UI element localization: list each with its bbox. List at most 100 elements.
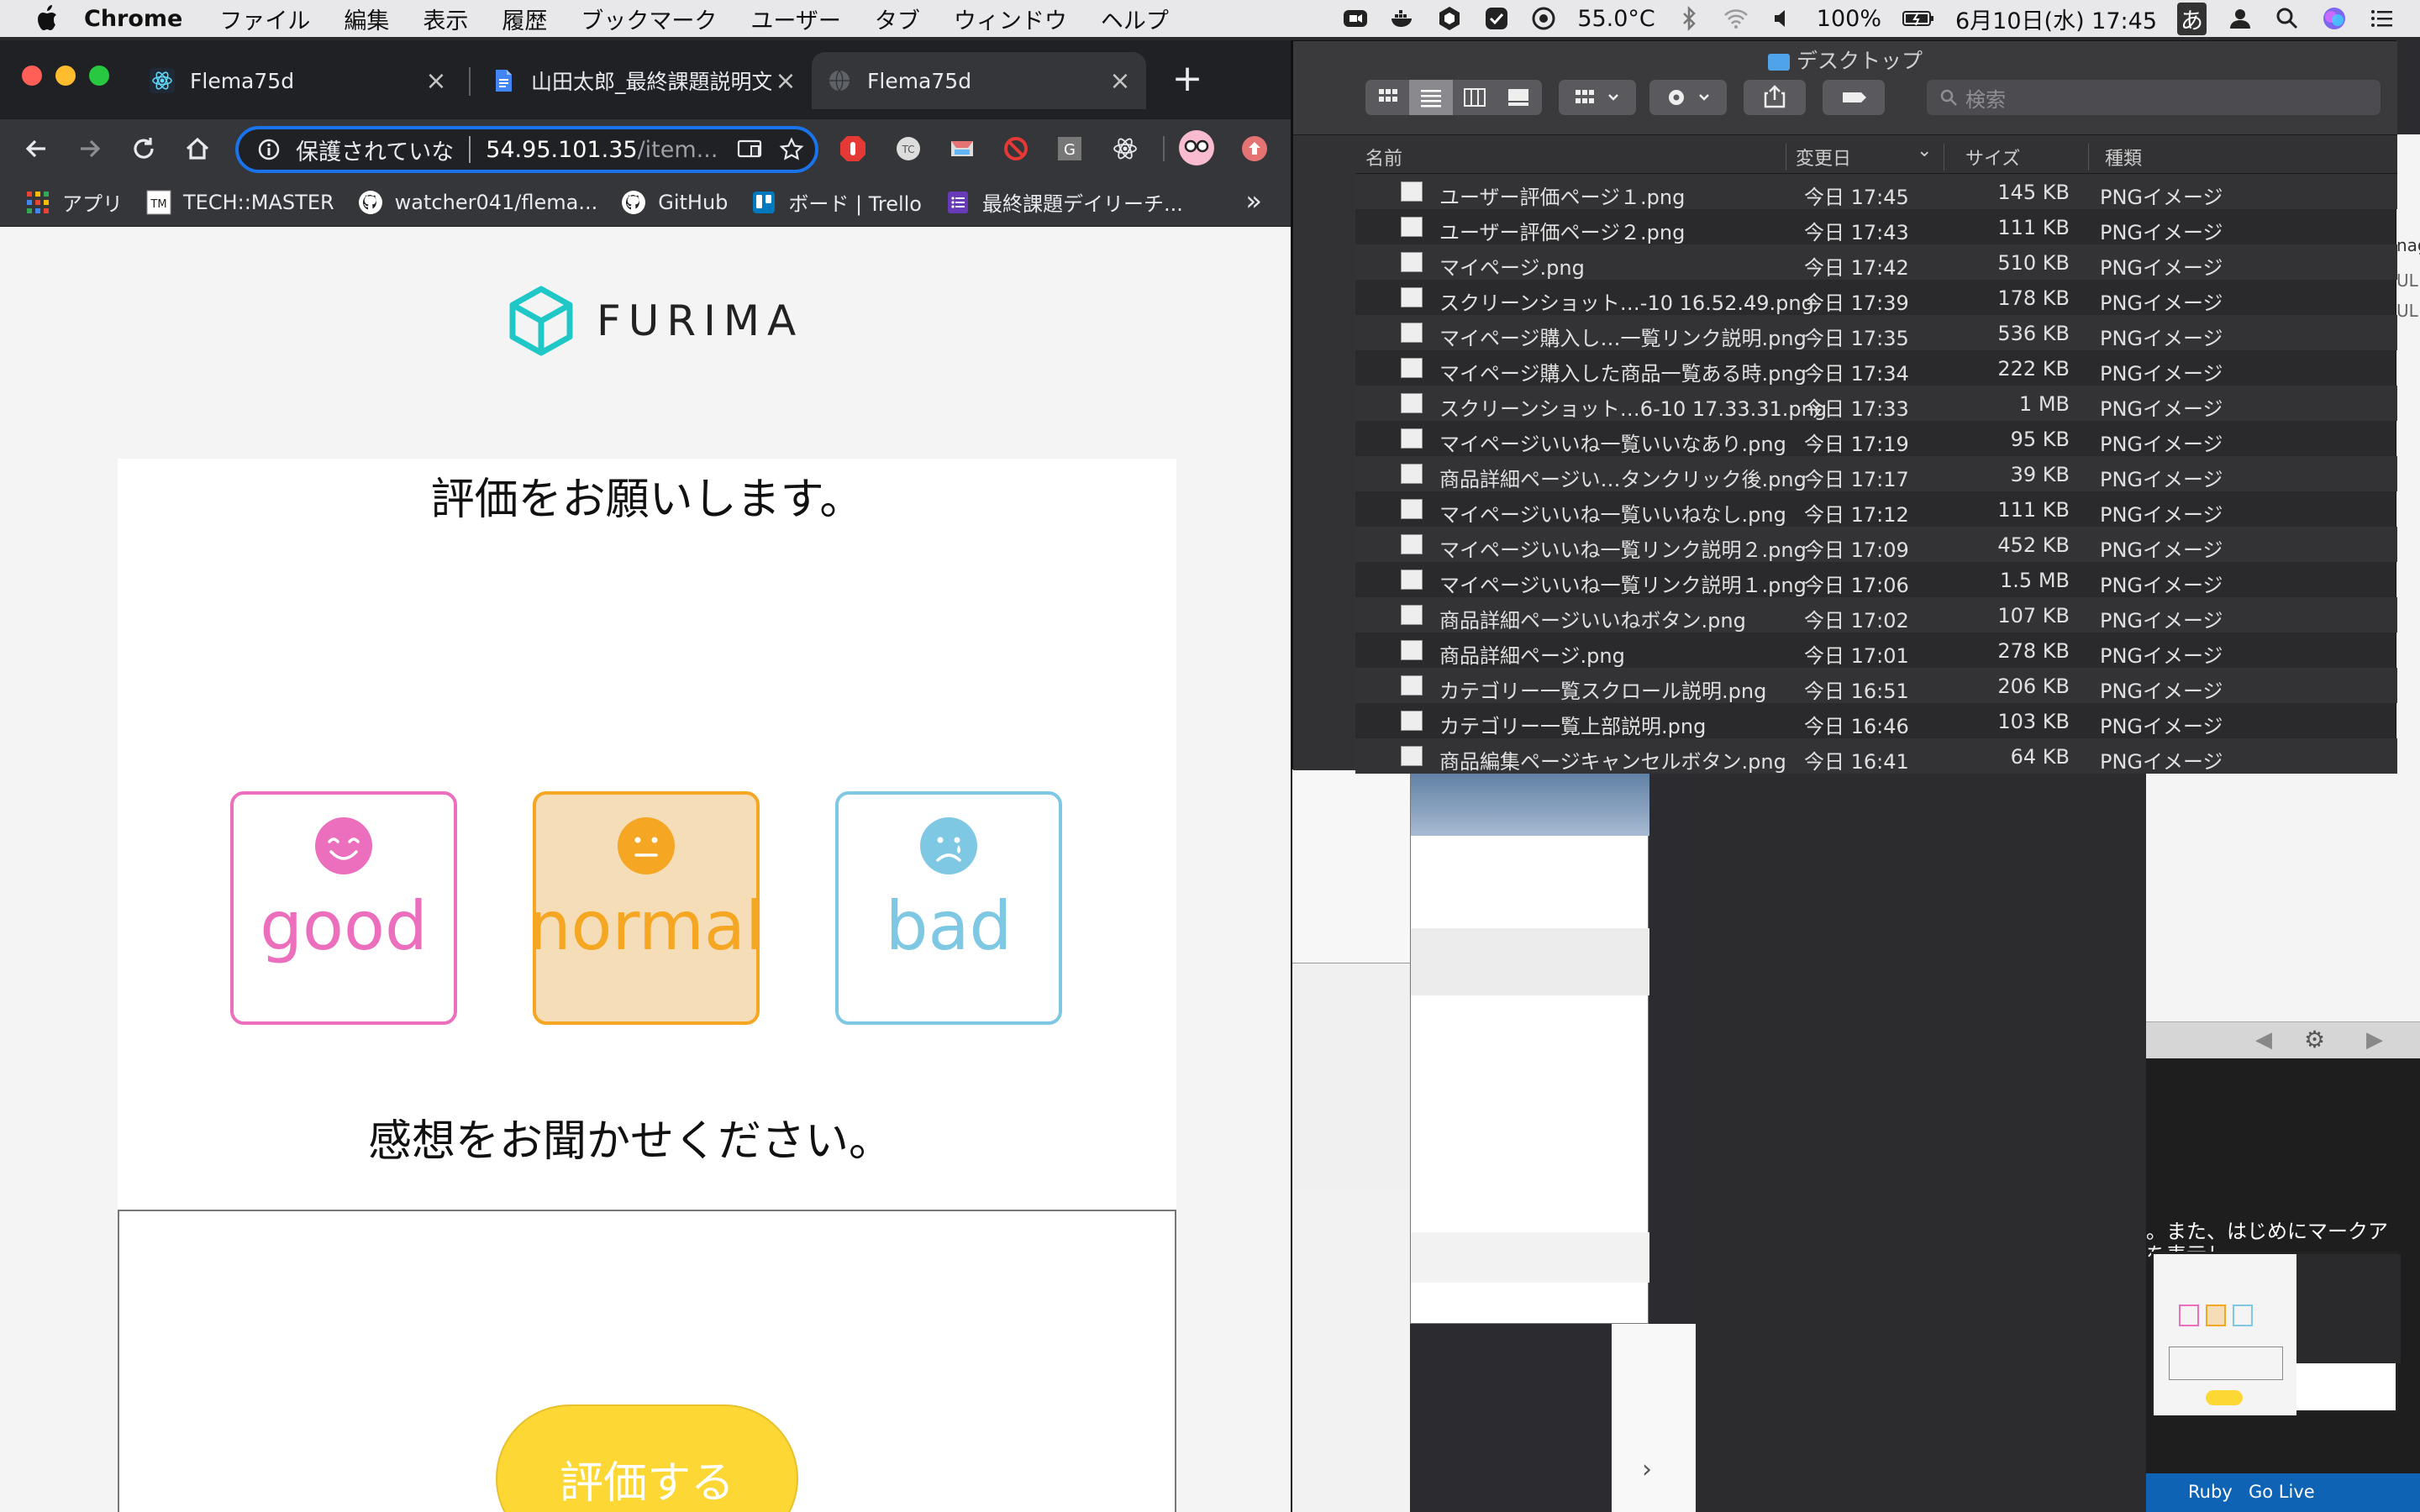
group-by-button[interactable] — [1559, 80, 1636, 115]
maximize-window-button[interactable] — [89, 66, 109, 86]
block-extension-icon[interactable] — [1002, 134, 1030, 163]
bookmark-github[interactable]: GitHub — [621, 190, 728, 215]
hexagon-app-icon[interactable] — [1436, 5, 1463, 32]
share-button[interactable] — [1744, 80, 1806, 115]
file-row[interactable]: マイページいいね一覧いいねなし.png 今日 17:12 111 KB PNGイメージ — [1355, 491, 2397, 527]
icon-view-button[interactable] — [1365, 80, 1409, 115]
tab-close-icon[interactable]: × — [422, 66, 450, 96]
rating-bad-button[interactable]: bad — [835, 791, 1062, 1025]
menu-window[interactable]: ウィンドウ — [954, 3, 1067, 35]
update-icon[interactable] — [1240, 134, 1269, 163]
adblock-extension-icon[interactable] — [839, 134, 867, 163]
gear-icon[interactable]: ⚙ — [2304, 1026, 2325, 1053]
address-bar[interactable]: 保護されていな 54.95.101.35/item... — [235, 126, 818, 173]
color-picker-extension-icon[interactable] — [948, 134, 976, 163]
rating-good-button[interactable]: good — [230, 791, 457, 1025]
apple-logo-icon[interactable] — [34, 4, 59, 33]
menu-app-name[interactable]: Chrome — [84, 6, 182, 32]
menu-tab[interactable]: タブ — [875, 3, 920, 35]
bookmark-apps[interactable]: アプリ — [25, 187, 123, 217]
forward-icon[interactable] — [72, 131, 108, 166]
close-window-button[interactable] — [22, 66, 42, 86]
back-arrow-icon[interactable]: ◀ — [2255, 1027, 2272, 1053]
minimize-window-button[interactable] — [55, 66, 76, 86]
rating-normal-button[interactable]: normal — [529, 791, 764, 1025]
clock[interactable]: 6月10日(水) 17:45 — [1955, 3, 2157, 35]
file-row[interactable]: 商品詳細ページ.png 今日 17:01 278 KB PNGイメージ — [1355, 633, 2397, 668]
info-icon[interactable] — [257, 138, 281, 161]
wifi-icon[interactable] — [1723, 5, 1749, 32]
sort-chevron-icon[interactable]: ⌄ — [1917, 140, 1932, 161]
tab-close-icon[interactable]: × — [1106, 66, 1134, 96]
file-row[interactable]: マイページいいね一覧リンク説明１.png 今日 17:06 1.5 MB PNGイメー… — [1355, 562, 2397, 597]
status-go-live[interactable]: Go Live — [2249, 1482, 2315, 1502]
profile-avatar[interactable] — [1178, 129, 1215, 166]
notification-center-icon[interactable] — [2368, 5, 2395, 32]
tc-extension-icon[interactable]: TC — [894, 134, 923, 163]
new-tab-button[interactable]: + — [1166, 59, 1208, 101]
list-view-button[interactable] — [1409, 80, 1453, 115]
input-method[interactable]: あ — [2177, 2, 2207, 35]
spotlight-search-icon[interactable] — [2274, 5, 2301, 32]
tag-button[interactable] — [1823, 80, 1885, 115]
finder-search-field[interactable]: 検索 — [1927, 80, 2381, 115]
tab-close-icon[interactable]: × — [771, 66, 800, 96]
back-icon[interactable] — [18, 131, 54, 166]
user-icon[interactable] — [2227, 5, 2254, 32]
file-row[interactable]: マイページ購入した商品一覧ある時.png 今日 17:34 222 KB PNGイメー… — [1355, 350, 2397, 386]
reload-icon[interactable] — [126, 131, 161, 166]
volume-icon[interactable] — [1770, 5, 1797, 32]
react-devtools-icon[interactable] — [1111, 134, 1139, 163]
battery-percent[interactable]: 100% — [1817, 6, 1881, 32]
file-row[interactable]: 商品詳細ページい…タンクリック後.png 今日 17:17 39 KB PNGイメージ — [1355, 456, 2397, 491]
file-row[interactable]: ユーザー評価ページ２.png 今日 17:43 111 KB PNGイメージ — [1355, 209, 2397, 244]
submit-rating-button[interactable]: 評価する — [496, 1404, 798, 1512]
bluetooth-icon[interactable] — [1676, 5, 1702, 32]
battery-icon[interactable] — [1902, 5, 1935, 32]
g-extension-icon[interactable]: G — [1055, 134, 1084, 163]
cast-icon[interactable] — [736, 138, 763, 161]
bookmark-watcher[interactable]: watcher041/flema... — [358, 190, 597, 215]
cpu-temperature-icon[interactable] — [1530, 5, 1557, 32]
bookmark-techmaster[interactable]: TM TECH::MASTER — [146, 190, 334, 215]
file-row[interactable]: マイページ.png 今日 17:42 510 KB PNGイメージ — [1355, 244, 2397, 280]
checkmark-app-icon[interactable] — [1483, 5, 1510, 32]
security-indicator[interactable]: 保護されていな — [296, 134, 454, 166]
gallery-view-button[interactable] — [1497, 80, 1540, 115]
file-row[interactable]: カテゴリー一覧上部説明.png 今日 16:46 103 KB PNGイメージ — [1355, 703, 2397, 738]
file-row[interactable]: スクリーンショット…6-10 17.33.31.png 今日 17:33 1 MB P… — [1355, 386, 2397, 421]
home-icon[interactable] — [180, 131, 215, 166]
file-row[interactable]: マイページいいね一覧リンク説明２.png 今日 17:09 452 KB PNGイメー… — [1355, 527, 2397, 562]
bookmark-star-icon[interactable] — [778, 136, 805, 163]
tab-flema-1[interactable]: Flema75d × — [134, 52, 462, 109]
menu-bookmarks[interactable]: ブックマーク — [581, 3, 717, 35]
siri-icon[interactable] — [2321, 5, 2348, 32]
file-row[interactable]: ユーザー評価ページ１.png 今日 17:45 145 KB PNGイメージ — [1355, 174, 2397, 209]
menu-help[interactable]: ヘルプ — [1101, 3, 1169, 35]
menu-history[interactable]: 履歴 — [502, 3, 547, 35]
file-row[interactable]: マイページいいね一覧いいなあり.png 今日 17:19 95 KB PNGイメージ — [1355, 421, 2397, 456]
column-date[interactable]: 変更日 — [1796, 144, 1851, 171]
file-row[interactable]: 商品編集ページキャンセルボタン.png 今日 16:41 64 KB PNGイメージ — [1355, 738, 2397, 774]
bookmark-trello[interactable]: ボード | Trello — [751, 187, 922, 217]
column-size[interactable]: サイズ — [1965, 144, 2020, 171]
tab-flema-active[interactable]: Flema75d × — [812, 52, 1146, 109]
file-row[interactable]: スクリーンショット…-10 16.52.49.png 今日 17:39 178 KB… — [1355, 280, 2397, 315]
column-view-button[interactable] — [1453, 80, 1497, 115]
menu-file[interactable]: ファイル — [219, 3, 310, 35]
furima-logo[interactable]: FURIMA — [504, 284, 803, 358]
url-text[interactable]: 54.95.101.35/item... — [486, 137, 718, 163]
file-row[interactable]: マイページ購入し…一覧リンク説明.png 今日 17:35 536 KB PNGイメー… — [1355, 315, 2397, 350]
column-kind[interactable]: 種類 — [2105, 144, 2142, 171]
thumbnail-preview[interactable] — [2151, 1252, 2401, 1415]
file-row[interactable]: 商品詳細ページいいねボタン.png 今日 17:02 107 KB PNGイメージ — [1355, 597, 2397, 633]
cpu-temperature[interactable]: 55.0°C — [1577, 6, 1655, 32]
docker-icon[interactable] — [1389, 5, 1416, 32]
forward-arrow-icon[interactable]: ▶ — [2366, 1027, 2383, 1053]
tab-docs[interactable]: 山田太郎_最終課題説明文 × — [476, 52, 812, 109]
column-name[interactable]: 名前 — [1365, 144, 1402, 171]
bookmark-daily-check[interactable]: 最終課題デイリーチ... — [945, 187, 1183, 217]
menu-view[interactable]: 表示 — [423, 3, 468, 35]
bookmarks-overflow-chevron[interactable]: » — [1245, 185, 1262, 217]
action-gear-button[interactable] — [1649, 80, 1727, 115]
